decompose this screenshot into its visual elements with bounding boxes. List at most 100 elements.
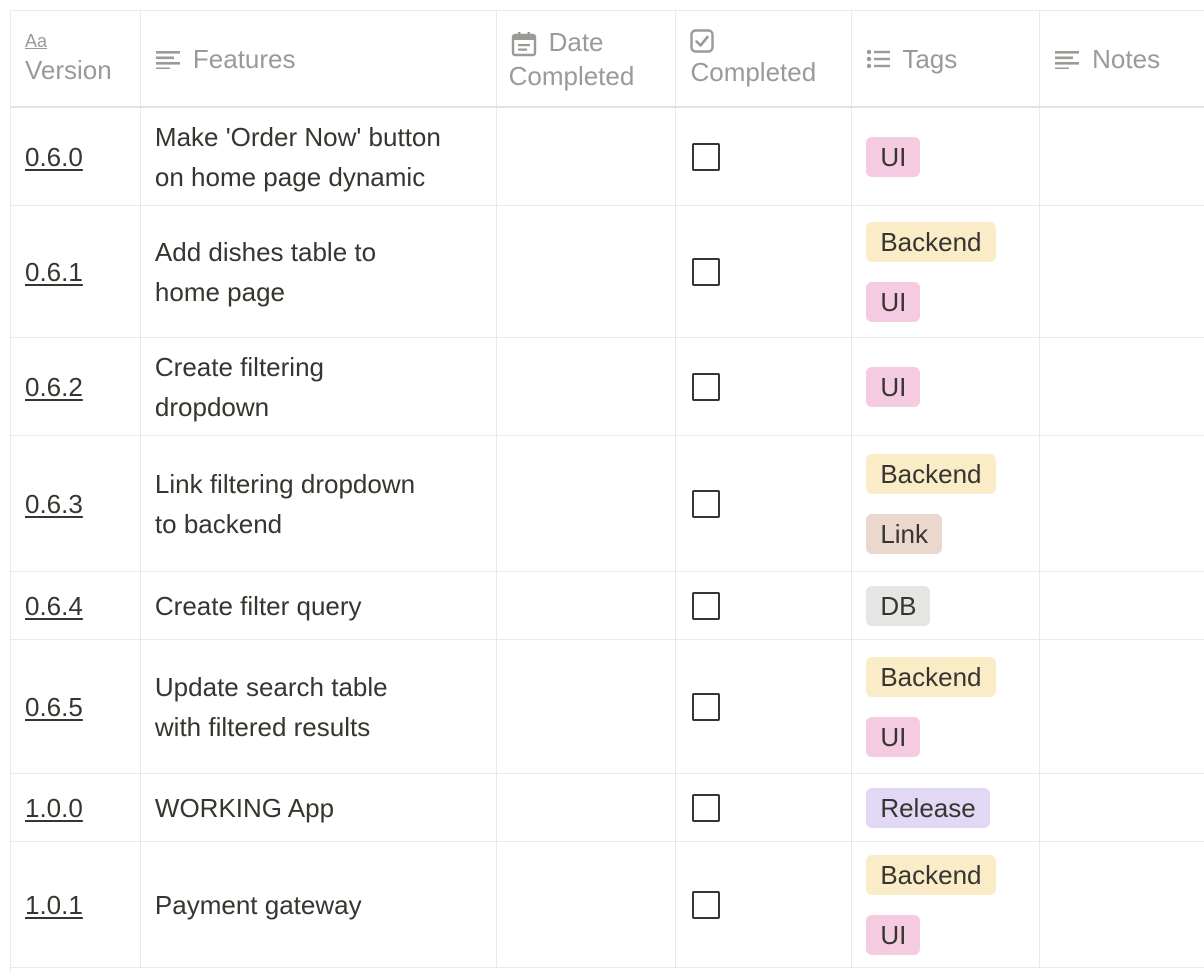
feature-cell[interactable]: Update search table with filtered results <box>141 640 497 773</box>
date-completed-cell[interactable] <box>497 640 677 773</box>
table-row[interactable]: 1.0.1 Payment gateway Backend UI <box>11 842 1204 968</box>
version-link[interactable]: 0.6.2 <box>25 367 83 407</box>
table-row[interactable]: 1.0.0 WORKING App Release <box>11 774 1204 842</box>
completed-cell <box>676 436 853 571</box>
notes-cell[interactable] <box>1040 640 1204 773</box>
table-row[interactable]: 0.6.2 Create filtering dropdown UI <box>11 338 1204 436</box>
tag-ui: UI <box>866 136 921 177</box>
version-cell[interactable]: 0.6.0 <box>11 108 141 205</box>
date-completed-cell[interactable] <box>497 206 677 337</box>
tag-list: Release <box>866 787 990 828</box>
date-completed-cell[interactable] <box>497 774 677 841</box>
notes-cell[interactable] <box>1040 572 1204 639</box>
date-completed-cell[interactable] <box>497 108 677 205</box>
feature-cell[interactable]: Create filtering dropdown <box>141 338 497 435</box>
notes-cell[interactable] <box>1040 774 1204 841</box>
version-cell[interactable]: 1.0.1 <box>11 842 141 967</box>
column-header-notes[interactable]: Notes <box>1040 11 1204 106</box>
completed-checkbox[interactable] <box>692 793 721 822</box>
notes-cell[interactable] <box>1040 842 1204 967</box>
version-link[interactable]: 1.0.0 <box>25 788 83 828</box>
list-property-icon <box>866 49 891 69</box>
date-completed-cell[interactable] <box>497 338 677 435</box>
column-header-date-completed[interactable]: Date Completed <box>497 11 677 106</box>
tags-cell[interactable]: Backend UI <box>852 206 1041 337</box>
feature-cell[interactable]: Link filtering dropdown to backend <box>141 436 497 571</box>
table-body: 0.6.0 Make 'Order Now' button on home page… <box>11 108 1204 968</box>
table-row[interactable]: 0.6.1 Add dishes table to home page Backend… <box>11 206 1204 338</box>
completed-cell <box>676 108 853 205</box>
tag-release: Release <box>866 787 990 828</box>
tags-cell[interactable]: Backend UI <box>852 842 1041 967</box>
feature-line: on home page dynamic <box>154 161 426 192</box>
feature-text: Make 'Order Now' button on home page dyna… <box>155 117 441 197</box>
feature-cell[interactable]: Add dishes table to home page <box>141 206 497 337</box>
feature-line: home page <box>154 276 286 307</box>
tags-cell[interactable]: UI <box>852 338 1041 435</box>
completed-cell <box>676 842 853 967</box>
completed-checkbox[interactable] <box>692 692 721 721</box>
tag-list: Backend UI <box>866 221 996 322</box>
version-cell[interactable]: 1.0.0 <box>11 774 141 841</box>
feature-text: Create filter query <box>155 586 362 626</box>
column-header-completed[interactable]: Completed <box>676 11 853 106</box>
feature-text: Payment gateway <box>155 885 362 925</box>
tag-ui: UI <box>866 366 921 407</box>
column-header-label: Completed <box>690 56 817 87</box>
completed-checkbox[interactable] <box>692 257 721 286</box>
version-link[interactable]: 0.6.5 <box>25 687 83 727</box>
tag-backend: Backend <box>866 656 996 697</box>
version-cell[interactable]: 0.6.1 <box>11 206 141 337</box>
tag-list: UI <box>866 366 921 407</box>
version-cell[interactable]: 0.6.2 <box>11 338 141 435</box>
tags-cell[interactable]: DB <box>852 572 1041 639</box>
date-completed-cell[interactable] <box>497 842 677 967</box>
completed-checkbox[interactable] <box>692 372 721 401</box>
feature-cell[interactable]: Create filter query <box>141 572 497 639</box>
column-header-tags[interactable]: Tags <box>852 11 1041 106</box>
version-link[interactable]: 0.6.3 <box>25 484 83 524</box>
completed-cell <box>676 338 853 435</box>
database-table: Aa Version Features Date Completed Compl… <box>10 10 1204 972</box>
tag-ui: UI <box>866 281 921 322</box>
version-cell[interactable]: 0.6.3 <box>11 436 141 571</box>
notes-cell[interactable] <box>1040 436 1204 571</box>
feature-text: Create filtering dropdown <box>155 347 324 427</box>
version-cell[interactable]: 0.6.4 <box>11 572 141 639</box>
table-row[interactable]: 0.6.0 Make 'Order Now' button on home page… <box>11 108 1204 206</box>
notes-cell[interactable] <box>1040 206 1204 337</box>
table-row[interactable]: 0.6.3 Link filtering dropdown to backend Ba… <box>11 436 1204 572</box>
notes-cell[interactable] <box>1040 108 1204 205</box>
version-link[interactable]: 0.6.4 <box>25 586 83 626</box>
column-header-label: Features <box>192 43 296 74</box>
text-property-icon <box>155 49 181 69</box>
feature-cell[interactable]: WORKING App <box>141 774 497 841</box>
feature-line: WORKING App <box>154 792 335 823</box>
tags-cell[interactable]: Release <box>852 774 1041 841</box>
notes-cell[interactable] <box>1040 338 1204 435</box>
completed-checkbox[interactable] <box>692 591 721 620</box>
date-completed-cell[interactable] <box>497 572 677 639</box>
version-link[interactable]: 0.6.1 <box>25 252 83 292</box>
completed-checkbox[interactable] <box>692 489 721 518</box>
tag-backend: Backend <box>866 221 996 262</box>
column-header-label: Notes <box>1092 43 1161 74</box>
feature-cell[interactable]: Make 'Order Now' button on home page dyna… <box>141 108 497 205</box>
tags-cell[interactable]: Backend Link <box>852 436 1041 571</box>
feature-cell[interactable]: Payment gateway <box>141 842 497 967</box>
column-header-version[interactable]: Aa Version <box>11 11 141 106</box>
version-cell[interactable]: 0.6.5 <box>11 640 141 773</box>
date-completed-cell[interactable] <box>497 436 677 571</box>
feature-text: Update search table with filtered results <box>155 667 388 747</box>
table-row[interactable]: 0.6.5 Update search table with filtered re… <box>11 640 1204 774</box>
completed-cell <box>676 640 853 773</box>
version-link[interactable]: 0.6.0 <box>25 137 83 177</box>
table-row[interactable]: 0.6.4 Create filter query DB <box>11 572 1204 640</box>
completed-checkbox[interactable] <box>692 890 721 919</box>
feature-line: Link filtering dropdown <box>154 468 416 499</box>
version-link[interactable]: 1.0.1 <box>25 885 83 925</box>
completed-checkbox[interactable] <box>692 142 721 171</box>
tags-cell[interactable]: Backend UI <box>852 640 1041 773</box>
tags-cell[interactable]: UI <box>852 108 1041 205</box>
column-header-features[interactable]: Features <box>141 11 497 106</box>
